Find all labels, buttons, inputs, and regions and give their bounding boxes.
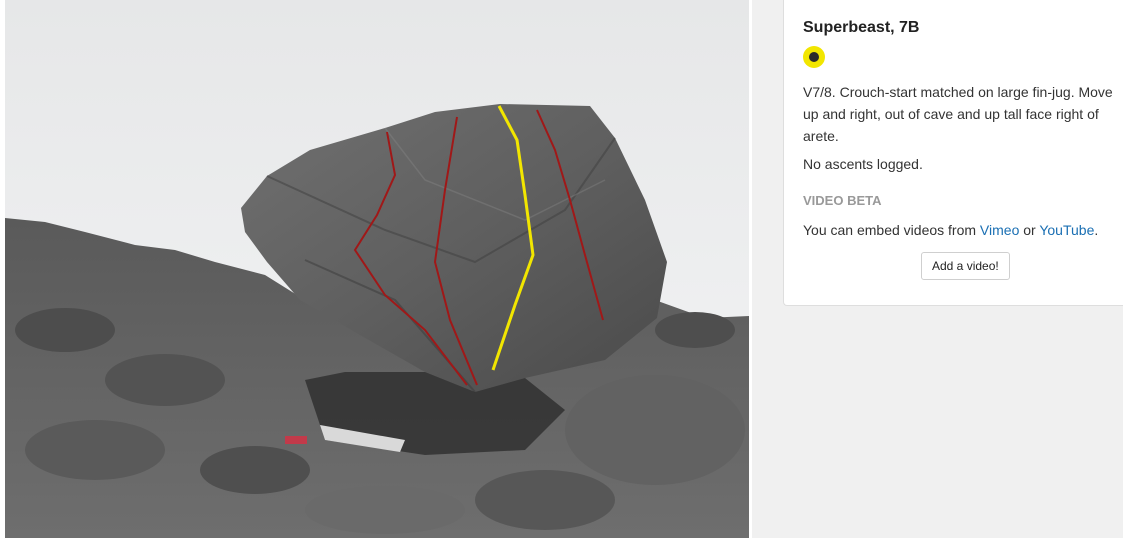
- rock: [25, 420, 165, 480]
- grade-circle-icon: [803, 46, 825, 68]
- ascents-status: No ascents logged.: [803, 156, 923, 172]
- rock: [15, 308, 115, 352]
- problem-info-panel: Superbeast, 7B V7/8. Crouch-start matche…: [783, 0, 1123, 306]
- rock: [105, 354, 225, 406]
- problem-description: V7/8. Crouch-start matched on large fin-…: [803, 84, 1113, 144]
- rock: [200, 446, 310, 494]
- rock: [565, 375, 745, 485]
- problem-title: Superbeast, 7B: [803, 19, 920, 36]
- embed-suffix: .: [1094, 222, 1099, 238]
- video-beta-heading: VIDEO BETA: [803, 193, 882, 208]
- embed-info-text: You can embed videos from Vimeo or YouTu…: [803, 222, 1098, 238]
- boulder-topo-photo: [5, 0, 749, 538]
- embed-prefix: You can embed videos from: [803, 222, 980, 238]
- rock: [305, 486, 465, 534]
- embed-or: or: [1019, 222, 1040, 238]
- topo-image: [5, 0, 749, 538]
- youtube-link[interactable]: YouTube: [1039, 222, 1094, 238]
- topo-photo-column: [0, 0, 752, 538]
- gear: [285, 436, 307, 444]
- add-video-button[interactable]: Add a video!: [921, 252, 1010, 280]
- rock: [475, 470, 615, 530]
- vimeo-link[interactable]: Vimeo: [980, 222, 1019, 238]
- rock: [655, 312, 735, 348]
